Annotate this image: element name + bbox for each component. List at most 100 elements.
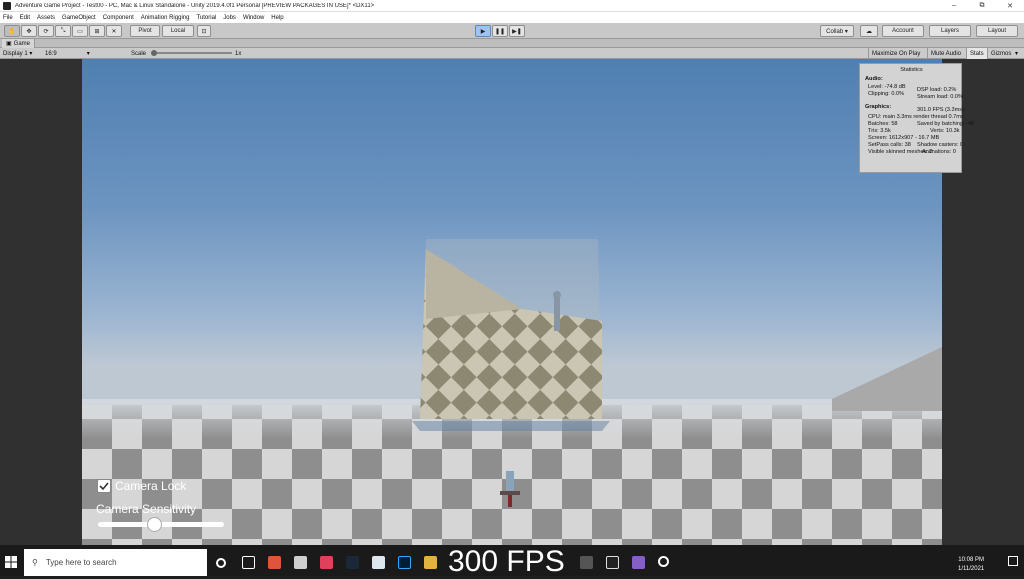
- mute-audio-toggle[interactable]: Mute Audio: [927, 48, 964, 59]
- camera-lock-label: Camera Lock: [115, 479, 187, 493]
- snap-icon[interactable]: ⊡: [197, 25, 211, 37]
- scale-label: Scale: [131, 50, 147, 57]
- pivot-toggle[interactable]: Pivot: [130, 25, 160, 37]
- taskbar-search[interactable]: ⚲ Type here to search: [24, 549, 207, 576]
- maximize-button[interactable]: ⧉: [968, 0, 996, 12]
- stats-animations: Animations: 0: [922, 149, 956, 155]
- pause-button[interactable]: ❚❚: [492, 25, 508, 37]
- rotate-tool-icon[interactable]: ⟳: [38, 25, 54, 37]
- custom-tool-icon[interactable]: ✕: [106, 25, 122, 37]
- play-button[interactable]: ▶: [475, 25, 491, 37]
- game-viewport[interactable]: [82, 59, 942, 545]
- title-bar: Adventure Game Project - Test00 - PC, Ma…: [0, 0, 1024, 12]
- maximize-on-play-toggle[interactable]: Maximize On Play: [868, 48, 923, 59]
- stats-setpass: SetPass calls: 38: [868, 142, 911, 148]
- search-placeholder: Type here to search: [45, 558, 117, 567]
- menu-assets[interactable]: Assets: [37, 15, 55, 21]
- gizmos-chevron-icon[interactable]: ▾: [1015, 49, 1018, 58]
- stats-tris: Tris: 3.5k: [868, 128, 891, 134]
- app-icon-2[interactable]: [320, 556, 333, 569]
- move-tool-icon[interactable]: ✥: [21, 25, 37, 37]
- menu-component[interactable]: Component: [103, 15, 134, 21]
- stats-batches: Batches: 58: [868, 121, 898, 127]
- menu-file[interactable]: File: [3, 15, 13, 21]
- menu-window[interactable]: Window: [243, 15, 264, 21]
- letterbox-left: [0, 59, 82, 545]
- layout-dropdown[interactable]: Layout: [976, 25, 1018, 37]
- main-toolbar: ✋ ✥ ⟳ ⤡ ▭ ⊞ ✕ Pivot Local ⊡ ▶ ❚❚ ▶❚ Coll…: [0, 23, 1024, 39]
- rect-tool-icon[interactable]: ▭: [72, 25, 88, 37]
- tab-game[interactable]: ▣ Game: [2, 39, 36, 48]
- stats-audio-heading: Audio:: [865, 76, 883, 82]
- menu-help[interactable]: Help: [271, 15, 283, 21]
- scale-slider[interactable]: [152, 52, 232, 54]
- player-sword: [506, 471, 514, 491]
- scale-tool-icon[interactable]: ⤡: [55, 25, 71, 37]
- stats-cpu: CPU: main 3.3ms render thread 0.7ms: [868, 114, 964, 120]
- app-icon-3[interactable]: [372, 556, 385, 569]
- stats-saved-batching: Saved by batching: -46: [917, 121, 975, 127]
- unity-taskbar-icon[interactable]: [606, 556, 619, 569]
- cloud-icon[interactable]: ☁: [860, 25, 878, 37]
- game-toolbar: Display 1 ▾ 16:9 ▾ Scale 1x Maximize On …: [0, 48, 1024, 59]
- menu-tutorial[interactable]: Tutorial: [196, 15, 216, 21]
- task-view-icon[interactable]: [242, 556, 255, 569]
- account-dropdown[interactable]: Account: [882, 25, 924, 37]
- clock-time: 10:08 PM: [958, 557, 984, 563]
- menu-edit[interactable]: Edit: [20, 15, 30, 21]
- stats-clipping: Clipping: 0.0%: [868, 91, 905, 97]
- hand-tool-icon[interactable]: ✋: [4, 25, 20, 37]
- notification-icon[interactable]: [1008, 556, 1018, 566]
- menu-jobs[interactable]: Jobs: [223, 15, 236, 21]
- app-icon-4[interactable]: [580, 556, 593, 569]
- cortana-icon[interactable]: [216, 558, 226, 568]
- window-title: Adventure Game Project - Test00 - PC, Ma…: [15, 2, 375, 9]
- screen: Adventure Game Project - Test00 - PC, Ma…: [0, 0, 1024, 578]
- steam-icon[interactable]: [346, 556, 359, 569]
- step-button[interactable]: ▶❚: [509, 25, 525, 37]
- stats-verts: Verts: 10.3k: [930, 128, 960, 134]
- gizmos-dropdown[interactable]: Gizmos: [987, 48, 1014, 59]
- stats-fps: 301.0 FPS (3.3ms): [917, 107, 964, 113]
- transform-tool-icon[interactable]: ⊞: [89, 25, 105, 37]
- taskbar-clock[interactable]: 10:08 PM 1/11/2021: [958, 556, 984, 574]
- display-dropdown[interactable]: Display 1 ▾: [3, 49, 32, 58]
- file-explorer-icon[interactable]: [424, 556, 437, 569]
- minimize-button[interactable]: –: [940, 0, 968, 12]
- stats-title: Statistics: [900, 67, 923, 73]
- layers-dropdown[interactable]: Layers: [929, 25, 971, 37]
- menu-animation-rigging[interactable]: Animation Rigging: [141, 15, 190, 21]
- stats-shadow-casters: Shadow casters: 0: [917, 142, 964, 148]
- photoshop-icon[interactable]: [398, 556, 411, 569]
- windows-start-icon[interactable]: [5, 556, 17, 568]
- camera-lock-checkbox[interactable]: [97, 479, 111, 493]
- ramp: [832, 347, 942, 411]
- stats-level: Level: -74.8 dB: [868, 84, 906, 90]
- stats-screen: Screen: 1612x907 - 16.7 MB: [868, 135, 940, 141]
- menu-gameobject[interactable]: GameObject: [62, 15, 96, 21]
- brave-icon[interactable]: [268, 556, 281, 569]
- visual-studio-icon[interactable]: [632, 556, 645, 569]
- fps-caption: 300 FPS: [448, 545, 565, 578]
- camera-sensitivity-label: Camera Sensitivity: [96, 502, 197, 516]
- app-icon[interactable]: [294, 556, 307, 569]
- stats-graphics-heading: Graphics:: [865, 104, 892, 110]
- clock-date: 1/11/2021: [958, 566, 985, 572]
- scale-value: 1x: [235, 50, 242, 57]
- menu-bar: File Edit Assets GameObject Component An…: [0, 12, 1024, 23]
- game-tab-bar: ▣ Game: [0, 39, 1024, 48]
- stats-toggle[interactable]: Stats: [966, 48, 987, 59]
- stats-dsp-load: DSP load: 0.2%: [917, 87, 957, 93]
- display-label: Display 1: [3, 50, 28, 57]
- statistics-panel: Statistics Audio: Level: -74.8 dB Clippi…: [859, 63, 974, 173]
- stats-stream-load: Stream load: 0.0%: [917, 94, 964, 100]
- collab-button[interactable]: Collab ▾: [820, 25, 854, 37]
- aspect-dropdown[interactable]: 16:9 ▾: [45, 49, 90, 58]
- close-button[interactable]: ✕: [996, 0, 1024, 12]
- aspect-label: 16:9: [45, 50, 57, 57]
- unity-logo-icon: [3, 1, 11, 10]
- search-icon: ⚲: [32, 558, 38, 567]
- obs-icon[interactable]: [658, 556, 669, 567]
- local-toggle[interactable]: Local: [162, 25, 194, 37]
- scale-slider-knob[interactable]: [151, 50, 157, 56]
